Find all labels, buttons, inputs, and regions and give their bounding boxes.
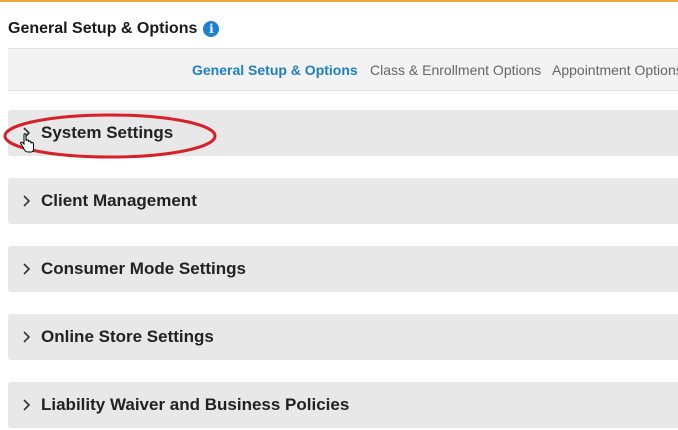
chevron-right-icon bbox=[23, 331, 31, 343]
chevron-right-icon bbox=[23, 263, 31, 275]
section-label: System Settings bbox=[41, 123, 174, 142]
section-label: Client Management bbox=[41, 191, 197, 210]
tab-general-setup[interactable]: General Setup & Options bbox=[192, 62, 358, 78]
tab-class-enrollment[interactable]: Class & Enrollment Options bbox=[370, 62, 541, 78]
chevron-right-icon bbox=[23, 195, 31, 207]
info-icon[interactable]: i bbox=[203, 21, 220, 37]
hand-cursor-icon bbox=[19, 133, 34, 153]
section-liability-waiver[interactable]: Liability Waiver and Business Policies bbox=[8, 382, 678, 428]
page-title-text: General Setup & Options bbox=[8, 20, 198, 37]
chevron-right-icon bbox=[23, 399, 31, 411]
section-consumer-mode-settings[interactable]: Consumer Mode Settings bbox=[8, 246, 678, 292]
tab-appointment-options[interactable]: Appointment Options bbox=[552, 62, 678, 78]
section-system-settings[interactable]: System Settings bbox=[8, 110, 678, 156]
section-label: Online Store Settings bbox=[41, 327, 214, 346]
section-online-store-settings[interactable]: Online Store Settings bbox=[8, 314, 678, 360]
section-client-management[interactable]: Client Management bbox=[8, 178, 678, 224]
section-label: Liability Waiver and Business Policies bbox=[41, 395, 350, 414]
top-accent-bar bbox=[0, 0, 678, 2]
tabs-bar: General Setup & Options Class & Enrollme… bbox=[8, 48, 678, 91]
page-title: General Setup & Options i bbox=[8, 20, 220, 38]
section-label: Consumer Mode Settings bbox=[41, 259, 246, 278]
